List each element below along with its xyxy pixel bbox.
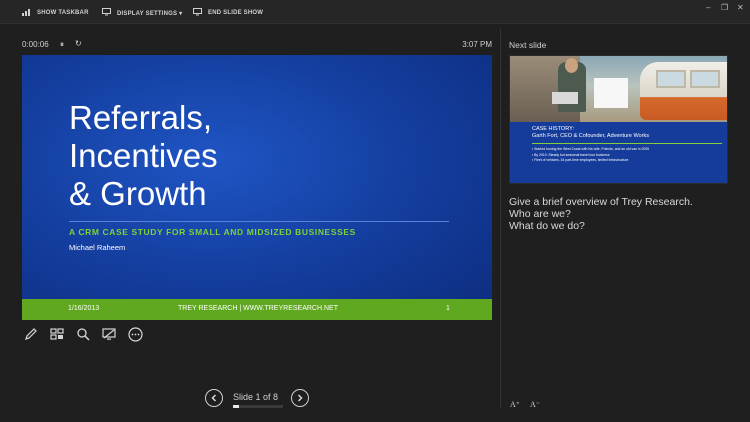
timer-row: 0:00:06 ⏸ ↻ 3:07 PM (22, 39, 492, 52)
current-time: 3:07 PM (462, 40, 492, 49)
elapsed-timer: 0:00:06 (22, 40, 49, 49)
previous-slide-button[interactable] (205, 389, 223, 407)
end-show-icon (193, 8, 202, 18)
next-slide-bullet: Fleet of vehicles, 34 part-time employee… (532, 158, 649, 164)
slide-author: Michael Raheem (69, 243, 126, 252)
show-taskbar-button[interactable]: SHOW TASKBAR (22, 7, 89, 19)
next-slide-button[interactable] (291, 389, 309, 407)
black-screen-icon[interactable] (100, 325, 118, 343)
reset-timer-icon[interactable]: ↻ (75, 39, 82, 48)
slide-progress-bar (233, 405, 283, 408)
pen-icon[interactable] (22, 325, 40, 343)
top-toolbar: SHOW TASKBAR DISPLAY SETTINGS ▾ END SLID… (0, 0, 750, 24)
slide-progress-fill (233, 405, 240, 408)
slide-subtitle: A CRM CASE STUDY FOR SMALL AND MIDSIZED … (69, 227, 356, 237)
slide-title: Referrals, Incentives & Growth (69, 99, 218, 212)
close-icon[interactable]: ✕ (737, 3, 744, 12)
chevron-left-icon (211, 394, 217, 402)
next-slide-rule (532, 143, 722, 144)
speaker-notes[interactable]: Give a brief overview of Trey Research. … (509, 196, 734, 232)
zoom-icon[interactable] (74, 325, 92, 343)
display-settings-label: DISPLAY SETTINGS ▾ (117, 10, 183, 17)
monitor-icon (102, 8, 111, 18)
slide-footer: 1/16/2013 TREY RESEARCH | WWW.TREYRESEAR… (22, 299, 492, 320)
display-settings-button[interactable]: DISPLAY SETTINGS ▾ (102, 7, 182, 19)
slide-navigation: Slide 1 of 8 (205, 389, 315, 409)
chevron-right-icon (297, 394, 303, 402)
see-all-slides-icon[interactable] (48, 325, 66, 343)
case-history-photo (510, 56, 727, 122)
taskbar-icon (22, 8, 31, 18)
footer-date: 1/16/2013 (68, 305, 100, 312)
end-slide-show-label: END SLIDE SHOW (208, 10, 264, 16)
restore-icon[interactable]: ❐ (721, 3, 728, 12)
pane-divider[interactable] (500, 28, 501, 408)
current-slide[interactable]: Referrals, Incentives & Growth A CRM CAS… (22, 55, 492, 320)
increase-font-icon[interactable]: A⁺ (510, 400, 520, 409)
footer-page-number: 1 (446, 305, 450, 312)
footer-company: TREY RESEARCH | WWW.TREYRESEARCH.NET (178, 305, 338, 312)
next-slide-bullets: Started touring the West Coast with his … (532, 147, 649, 164)
next-slide-label: Next slide (509, 40, 547, 50)
next-slide-heading: CASE HISTORY: Garth Fort, CEO & Cofounde… (532, 126, 649, 139)
slide-title-rule (69, 221, 449, 222)
more-options-icon[interactable] (126, 325, 144, 343)
pause-icon[interactable]: ⏸ (60, 40, 64, 50)
end-slide-show-button[interactable]: END SLIDE SHOW (193, 7, 263, 19)
next-slide-bullet: Started touring the West Coast with his … (532, 147, 649, 153)
minimize-icon[interactable]: – (706, 3, 710, 12)
next-slide-thumbnail[interactable]: CASE HISTORY: Garth Fort, CEO & Cofounde… (509, 55, 728, 184)
decrease-font-icon[interactable]: A⁻ (530, 400, 540, 409)
show-taskbar-label: SHOW TASKBAR (37, 10, 89, 16)
slide-counter[interactable]: Slide 1 of 8 (233, 392, 278, 402)
